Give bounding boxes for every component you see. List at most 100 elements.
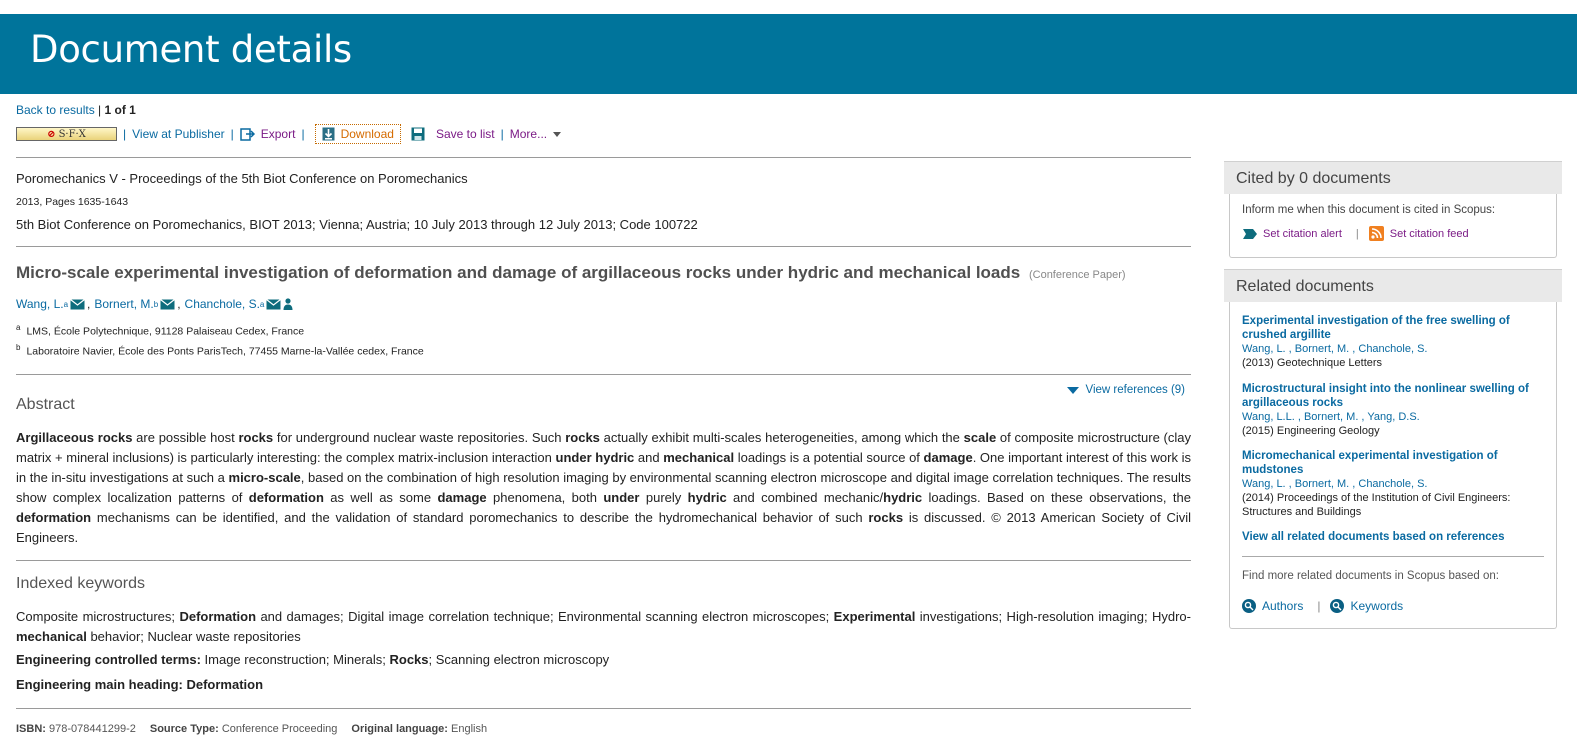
keyword-segment: behavior; Nuclear waste repositories xyxy=(86,629,301,644)
affiliation-sup: b xyxy=(16,343,21,352)
bell-alert-icon xyxy=(1243,228,1257,239)
view-references-toggle[interactable]: View references (9) xyxy=(1066,384,1185,396)
keyword-segment: investigations; High-resolution imaging;… xyxy=(915,609,1191,624)
export-icon xyxy=(240,127,255,141)
controlled-term-segment: ; Scanning electron microscopy xyxy=(428,652,610,667)
search-icon xyxy=(1242,599,1256,613)
affiliation-sup: a xyxy=(16,323,21,332)
abstract-segment: for underground nuclear waste repositori… xyxy=(273,430,566,445)
language-label: Original language: xyxy=(351,723,448,735)
source-type-label: Source Type: xyxy=(149,723,219,735)
related-title-link[interactable]: Microstructural insight into the nonline… xyxy=(1242,382,1542,410)
back-to-results-link[interactable]: Back to results xyxy=(16,103,95,117)
related-by-authors-link[interactable]: Authors xyxy=(1262,599,1303,613)
related-author-link[interactable]: Bornert, M. xyxy=(1304,411,1358,423)
related-source: (2013) Geotechnique Letters xyxy=(1242,357,1383,369)
divider xyxy=(16,374,1191,375)
document-meta: ISBN: 978-078441299-2 Source Type: Confe… xyxy=(16,723,487,735)
original-language: Original language: English xyxy=(351,723,487,735)
sfx-button[interactable]: ⊘ S·F·X xyxy=(16,127,117,141)
abstract-highlight: rocks xyxy=(868,510,904,525)
author-list: Wang, L. a , Bornert, M. b , Chanchole, S.… xyxy=(16,297,293,311)
keywords-heading: Indexed keywords xyxy=(16,575,145,592)
abstract-highlight: mechanical xyxy=(663,450,735,465)
author-item: Wang, L. a xyxy=(16,297,85,311)
author-link[interactable]: Wang, L. xyxy=(16,297,64,311)
related-author-link[interactable]: Chanchole, S. xyxy=(1358,478,1427,490)
download-label: Download xyxy=(340,127,394,141)
abstract-highlight: hydric xyxy=(883,490,923,505)
related-documents-panel: Experimental investigation of the free s… xyxy=(1229,302,1557,629)
download-icon xyxy=(322,127,335,141)
related-author-link[interactable]: Wang, L. xyxy=(1242,478,1286,490)
related-authors: Wang, L.L. , Bornert, M. , Yang, D.S. xyxy=(1242,411,1420,423)
main-heading: Engineering main heading: Deformation xyxy=(16,677,263,692)
author-affil-sup: a xyxy=(259,299,265,309)
toolbar-separator: | xyxy=(301,127,305,141)
email-icon[interactable] xyxy=(266,298,282,310)
author-link[interactable]: Chanchole, S. xyxy=(185,297,260,311)
related-authors: Wang, L. , Bornert, M. , Chanchole, S. xyxy=(1242,478,1428,490)
document-title-row: Micro-scale experimental investigation o… xyxy=(16,263,1126,283)
related-title-link[interactable]: Micromechanical experimental investigati… xyxy=(1242,449,1542,477)
email-icon[interactable] xyxy=(70,298,85,310)
abstract-highlight: damage xyxy=(437,490,487,505)
isbn-label: ISBN: xyxy=(16,723,46,735)
related-document: Micromechanical experimental investigati… xyxy=(1242,449,1542,519)
save-icon xyxy=(411,127,425,141)
related-author-link[interactable]: Yang, D.S. xyxy=(1367,411,1419,423)
author-link[interactable]: Bornert, M. xyxy=(94,297,153,311)
email-icon[interactable] xyxy=(160,298,176,310)
export-button[interactable]: Export xyxy=(240,127,295,141)
related-document: Microstructural insight into the nonline… xyxy=(1242,382,1542,438)
abstract-highlight: under xyxy=(603,490,640,505)
toolbar-separator: | xyxy=(230,127,234,141)
triangle-down-icon xyxy=(1066,386,1079,394)
affiliation-item: a LMS, École Polytechnique, 91128 Palaise… xyxy=(16,323,304,338)
abstract-highlight: rocks xyxy=(565,430,600,445)
abstract-highlight: Argillaceous rocks xyxy=(16,430,133,445)
abstract-text: Argillaceous rocks are possible host roc… xyxy=(16,428,1191,548)
related-title-link[interactable]: Experimental investigation of the free s… xyxy=(1242,314,1542,342)
cited-inform-text: Inform me when this document is cited in… xyxy=(1242,204,1496,216)
more-menu[interactable]: More... xyxy=(509,127,562,141)
chevron-down-icon xyxy=(553,132,562,138)
document-type: (Conference Paper) xyxy=(1028,269,1126,281)
isbn-value: 978-078441299-2 xyxy=(49,723,136,735)
set-citation-alert-link[interactable]: Set citation alert xyxy=(1263,228,1342,240)
divider xyxy=(16,157,1191,158)
related-author-link[interactable]: Wang, L. xyxy=(1242,343,1286,355)
view-all-related-link[interactable]: View all related documents based on refe… xyxy=(1242,531,1504,543)
abstract-highlight: scale xyxy=(963,430,997,445)
related-author-link[interactable]: Wang, L.L. xyxy=(1242,411,1295,423)
set-citation-feed-link[interactable]: Set citation feed xyxy=(1390,228,1469,240)
save-to-list-button[interactable]: Save to list xyxy=(411,127,495,141)
controlled-term-highlight: Rocks xyxy=(389,652,429,667)
result-position: 1 of 1 xyxy=(104,103,136,117)
divider xyxy=(1242,556,1544,557)
affiliation-text: Laboratoire Navier, École des Ponts Pari… xyxy=(26,345,424,358)
cited-by-panel: Inform me when this document is cited in… xyxy=(1229,194,1557,258)
download-button[interactable]: Download xyxy=(314,124,401,144)
keyword-highlight: Deformation xyxy=(179,609,257,624)
find-more-links: Authors | Keywords xyxy=(1242,599,1403,613)
related-author-link[interactable]: Bornert, M. xyxy=(1295,343,1349,355)
controlled-terms: Engineering controlled terms: Image reco… xyxy=(16,652,609,667)
abstract-highlight: micro-scale xyxy=(228,470,301,485)
cited-links: Set citation alert | Set citation feed xyxy=(1242,226,1469,241)
person-icon[interactable] xyxy=(283,298,293,310)
affiliation-text: LMS, École Polytechnique, 91128 Palaisea… xyxy=(26,325,305,338)
cited-by-heading: Cited by 0 documents xyxy=(1224,161,1562,194)
more-label: More... xyxy=(509,127,548,141)
related-author-link[interactable]: Chanchole, S. xyxy=(1358,343,1427,355)
abstract-segment: phenomena, both xyxy=(486,490,604,505)
related-author-link[interactable]: Bornert, M. xyxy=(1295,478,1349,490)
author-separator: , xyxy=(87,297,91,311)
divider xyxy=(16,246,1191,247)
toolbar-separator: | xyxy=(500,127,504,141)
find-more-text: Find more related documents in Scopus ba… xyxy=(1242,570,1499,582)
author-affil-sup: a xyxy=(63,299,69,309)
view-at-publisher-link[interactable]: View at Publisher xyxy=(132,127,225,141)
related-by-keywords-link[interactable]: Keywords xyxy=(1350,599,1403,613)
abstract-segment: mechanisms can be identified, and the va… xyxy=(91,510,869,525)
